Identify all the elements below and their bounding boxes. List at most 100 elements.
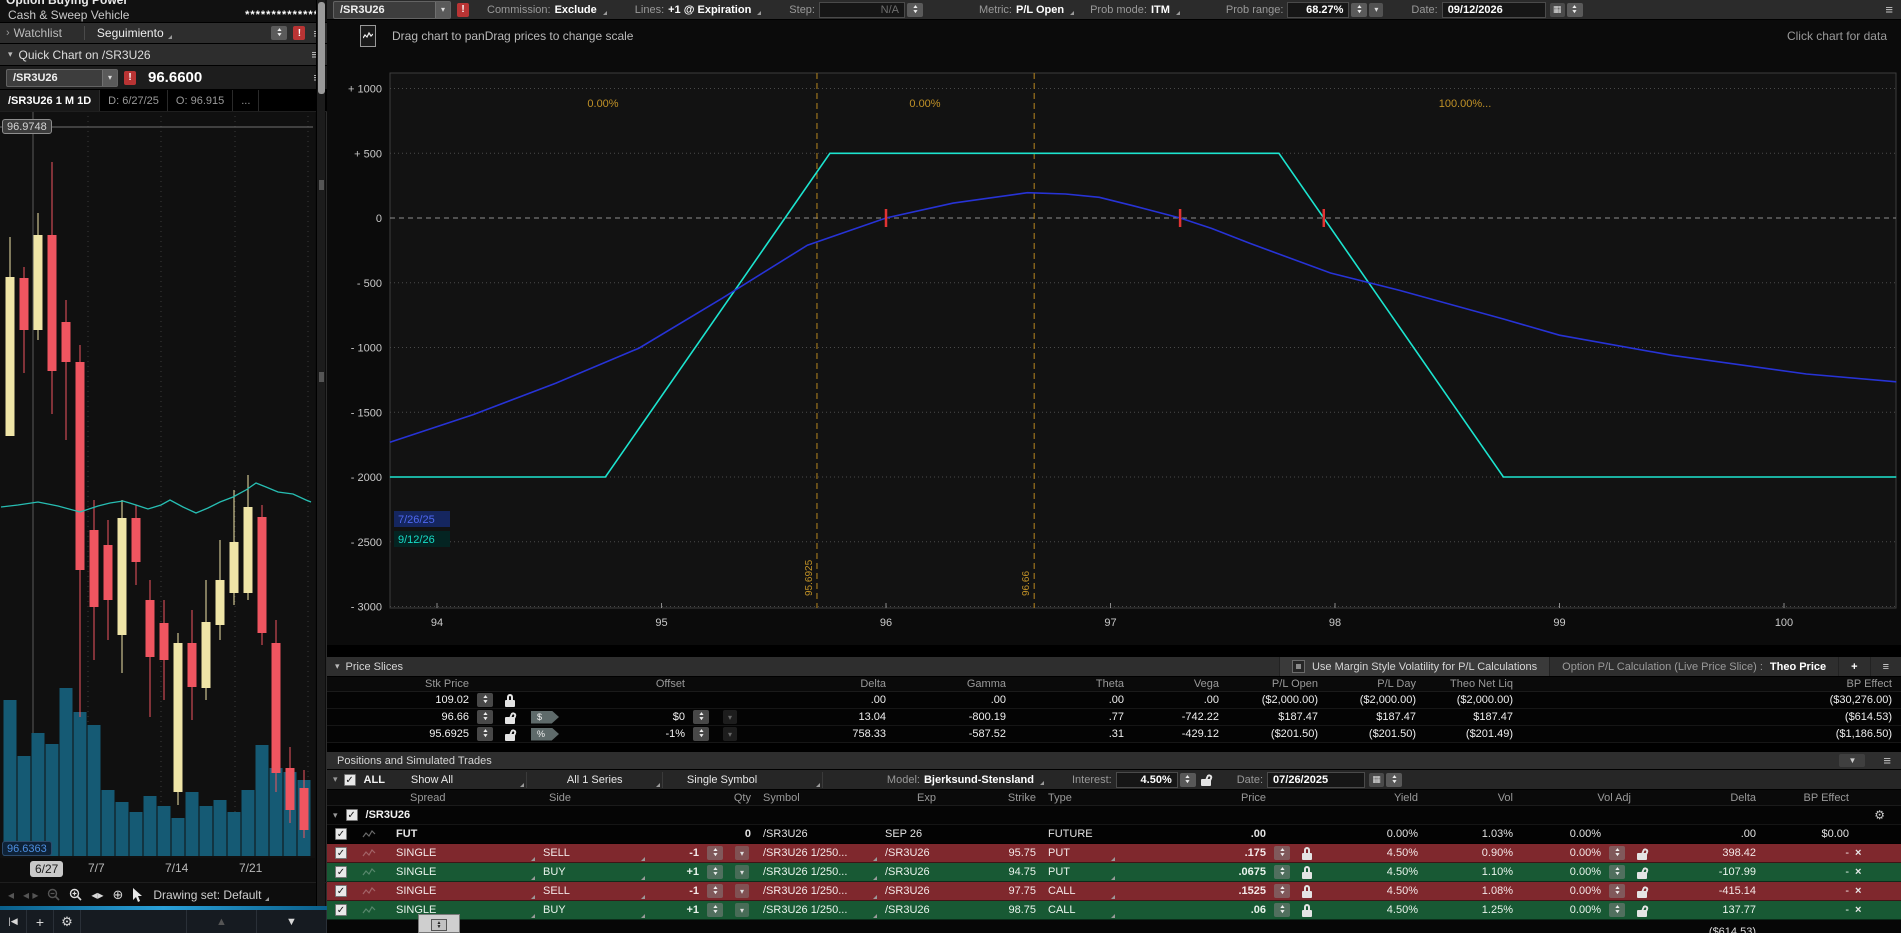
symbol-input[interactable]: /SR3U26 bbox=[334, 4, 435, 16]
lock-icon[interactable] bbox=[505, 694, 515, 707]
spread-value[interactable]: SINGLE bbox=[382, 844, 537, 862]
chevron-down-icon[interactable]: ▾ bbox=[102, 70, 117, 86]
price-value[interactable]: .1525 bbox=[1117, 885, 1272, 897]
date-input[interactable]: 09/12/2026 bbox=[1442, 2, 1546, 18]
watchlist-label[interactable]: Watchlist bbox=[14, 26, 62, 40]
filter-symbol-mode[interactable]: Single Symbol bbox=[673, 772, 823, 788]
risk-profile-chart[interactable]: + 1000+ 5000- 500- 1000- 1500- 2000- 250… bbox=[327, 51, 1901, 645]
prob-mode-setting[interactable]: Prob mode: ITM bbox=[1090, 4, 1182, 16]
scrollbar-handle[interactable] bbox=[318, 2, 325, 94]
vol-adj-value[interactable]: 0.00% bbox=[1519, 866, 1607, 878]
drawing-set-selector[interactable]: Drawing set: Default bbox=[153, 888, 271, 902]
type-value[interactable]: PUT bbox=[1042, 844, 1117, 862]
exp-value[interactable]: /SR3U26 bbox=[879, 847, 942, 859]
selected-date-tag[interactable]: 6/27 bbox=[30, 861, 63, 877]
pl-calculation-setting[interactable]: Option P/L Calculation (Live Price Slice… bbox=[1549, 657, 1838, 676]
unlock-icon[interactable] bbox=[1637, 904, 1647, 917]
symbol-group-row[interactable]: ▾ ✓ /SR3U26 ⚙ bbox=[327, 806, 1901, 825]
position-row[interactable]: ✓SINGLESELL-1▲▼▾/SR3U26 1/250.../SR3U269… bbox=[327, 844, 1901, 863]
slice-price-stepper[interactable]: ▲▼ bbox=[477, 710, 493, 724]
symbol-value[interactable]: /SR3U26 1/250... bbox=[757, 863, 879, 881]
vol-adj-value[interactable]: 0.00% bbox=[1519, 847, 1607, 859]
spread-value[interactable]: SINGLE bbox=[382, 882, 537, 900]
select-all-checkbox[interactable]: ✓ bbox=[344, 774, 356, 786]
side-value[interactable]: SELL bbox=[537, 882, 647, 900]
symbol-combo[interactable]: /SR3U26 ▾ bbox=[6, 69, 118, 87]
vol-adj-stepper[interactable]: ▲▼ bbox=[1609, 846, 1625, 860]
unlock-icon[interactable] bbox=[1201, 773, 1211, 786]
dropdown-icon[interactable]: ▾ bbox=[723, 710, 737, 724]
settings-menu-icon[interactable]: ≡ bbox=[1885, 2, 1893, 17]
unlock-icon[interactable] bbox=[505, 728, 515, 741]
offset-type-tag[interactable]: $ bbox=[531, 711, 559, 724]
offset-value[interactable]: -1% bbox=[571, 728, 691, 740]
offset-type-tag[interactable]: % bbox=[531, 728, 559, 741]
gear-icon[interactable]: ⚙ bbox=[54, 910, 81, 933]
remove-row-button[interactable]: × bbox=[1855, 904, 1861, 916]
spread-value[interactable]: SINGLE bbox=[382, 863, 537, 881]
remove-row-button[interactable]: × bbox=[1855, 847, 1861, 859]
price-stepper[interactable]: ▲▼ bbox=[1274, 865, 1290, 879]
side-value[interactable]: BUY bbox=[537, 901, 647, 919]
interest-input[interactable]: 4.50% bbox=[1116, 772, 1178, 788]
slices-menu-icon[interactable]: ≡ bbox=[1870, 657, 1901, 676]
dropdown-icon[interactable]: ▾ bbox=[723, 727, 737, 741]
alert-icon[interactable]: ! bbox=[124, 71, 136, 85]
lock-icon[interactable] bbox=[1302, 885, 1312, 898]
offset-stepper[interactable]: ▲▼ bbox=[693, 727, 709, 741]
checkbox[interactable]: ✓ bbox=[335, 904, 347, 916]
skip-to-start-icon[interactable]: |◀ bbox=[0, 910, 27, 933]
date-stepper[interactable]: ▲▼ bbox=[1567, 3, 1583, 17]
remove-row-button[interactable]: × bbox=[1855, 885, 1861, 897]
chevron-down-icon[interactable]: ▾ bbox=[333, 774, 338, 785]
interest-stepper[interactable]: ▲▼ bbox=[1180, 773, 1196, 787]
prob-range-stepper[interactable]: ▲▼ bbox=[1351, 3, 1367, 17]
step-stepper[interactable]: ▲▼ bbox=[907, 3, 923, 17]
positions-date-stepper[interactable]: ▲▼ bbox=[1386, 773, 1402, 787]
chevron-down-icon[interactable]: ▾ bbox=[8, 49, 13, 60]
add-icon[interactable]: + bbox=[27, 910, 54, 933]
left-scrollbar[interactable] bbox=[316, 0, 325, 906]
quantity-value[interactable]: +1 bbox=[647, 866, 705, 878]
mini-chart-canvas[interactable] bbox=[0, 112, 313, 858]
type-value[interactable]: CALL bbox=[1042, 882, 1117, 900]
chart-series-label[interactable]: /SR3U26 1 M 1D bbox=[0, 90, 100, 111]
strike-value[interactable]: 97.75 bbox=[942, 885, 1042, 897]
dropdown-icon[interactable]: ▾ bbox=[735, 846, 749, 860]
stock-price-value[interactable]: 109.02 bbox=[327, 694, 475, 706]
qty-stepper[interactable]: ▲▼ bbox=[707, 903, 723, 917]
symbol-value[interactable]: /SR3U26 1/250... bbox=[757, 882, 879, 900]
stepper-popup[interactable]: ▲▼ bbox=[418, 914, 460, 933]
symbol-value[interactable]: /SR3U26 1/250... bbox=[757, 901, 879, 919]
qty-stepper[interactable]: ▲▼ bbox=[707, 884, 723, 898]
add-slice-button[interactable]: + bbox=[1838, 657, 1869, 676]
stock-price-value[interactable]: 95.6925 bbox=[327, 728, 475, 740]
watchlist-tab-seguimiento[interactable]: Seguimiento bbox=[84, 26, 174, 40]
unlock-icon[interactable] bbox=[1637, 885, 1647, 898]
slice-price-stepper[interactable]: ▲▼ bbox=[477, 727, 493, 741]
step-input[interactable]: N/A bbox=[819, 2, 905, 18]
strike-value[interactable]: 98.75 bbox=[942, 904, 1042, 916]
checkbox[interactable]: ✓ bbox=[335, 828, 347, 840]
checkbox[interactable]: ✓ bbox=[335, 885, 347, 897]
filter-show-all[interactable]: Show All bbox=[397, 772, 527, 788]
expand-horizontal-icon[interactable]: ◂▸ bbox=[91, 888, 103, 902]
stock-price-value[interactable]: 96.66 bbox=[327, 711, 475, 723]
group-checkbox[interactable]: ✓ bbox=[346, 809, 358, 821]
zoom-in-icon[interactable] bbox=[69, 888, 82, 901]
alert-icon[interactable]: ! bbox=[457, 3, 469, 17]
strike-value[interactable]: 94.75 bbox=[942, 866, 1042, 878]
symbol-value[interactable]: /SR3U26 1/250... bbox=[757, 844, 879, 862]
quantity-value[interactable]: -1 bbox=[647, 885, 705, 897]
lock-icon[interactable] bbox=[1302, 847, 1312, 860]
quantity-value[interactable]: +1 bbox=[647, 904, 705, 916]
position-row[interactable]: ✓SINGLESELL-1▲▼▾/SR3U26 1/250.../SR3U269… bbox=[327, 882, 1901, 901]
chart-more-label[interactable]: ... bbox=[233, 90, 259, 111]
dropdown-icon[interactable]: ▾ bbox=[735, 865, 749, 879]
scroll-down-icon[interactable]: ▼ bbox=[257, 910, 327, 933]
crosshair-icon[interactable]: ⊕ bbox=[112, 887, 123, 903]
calendar-icon[interactable]: ▦ bbox=[1550, 3, 1565, 17]
unlock-icon[interactable] bbox=[1637, 866, 1647, 879]
vol-adj-stepper[interactable]: ▲▼ bbox=[1609, 884, 1625, 898]
offset-value[interactable]: $0 bbox=[571, 711, 691, 723]
